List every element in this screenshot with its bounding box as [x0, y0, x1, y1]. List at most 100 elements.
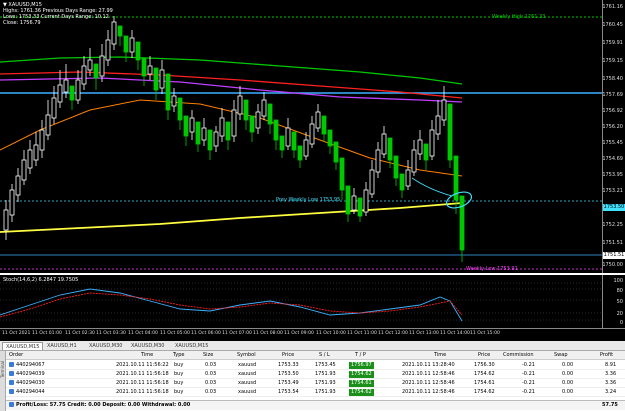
col-order[interactable]: Order: [9, 352, 23, 359]
table-row[interactable]: 440294030 2021.10.11 11:56:18 buy 0.03 x…: [6, 379, 625, 388]
candle-body: [27, 149, 33, 169]
candle-body: [207, 129, 213, 151]
price-tick: 1756.20: [602, 124, 623, 130]
cell-close-price: 1754.62: [474, 371, 495, 377]
cell-profit: 3.24: [605, 389, 617, 395]
tab-xauusd-m15[interactable]: XAUUSD,M15: [2, 342, 44, 350]
cell-tp: 1754.62: [349, 389, 374, 396]
time-tick: 11 Oct 08:00: [253, 331, 283, 336]
cell-profit: 8.91: [605, 362, 617, 368]
candle-body: [87, 59, 93, 71]
price-tick: 1755.45: [602, 140, 623, 146]
candle-body: [117, 25, 123, 37]
candle-body: [345, 185, 351, 215]
candle-body: [219, 117, 225, 137]
chart-canvas: [0, 16, 602, 270]
col-type[interactable]: Type: [173, 352, 184, 359]
cell-type: buy: [174, 362, 184, 368]
candle-body: [201, 127, 207, 141]
tab-xauusd-m30[interactable]: XAUUSD,M30: [86, 342, 125, 350]
cell-type: buy: [174, 371, 184, 377]
candle-body: [369, 169, 375, 195]
price-tick: 1757.69: [602, 92, 623, 98]
candle-body: [75, 79, 81, 101]
candle-body: [351, 195, 357, 211]
cell-size: 0.03: [205, 362, 217, 368]
table-row[interactable]: 440294067 2021.10.11 11:56:22 buy 0.03 x…: [6, 361, 625, 370]
col-sl[interactable]: S / L: [319, 352, 330, 359]
candle-body: [33, 144, 39, 161]
annotation-ellipse: [445, 191, 473, 209]
tab-xauusd-m30-2[interactable]: XAUUSD,M30: [128, 342, 167, 350]
col-commission[interactable]: Commission: [503, 352, 534, 359]
price-axis[interactable]: 1761.16 1760.45 1759.91 1759.15 1758.40 …: [602, 0, 625, 273]
terminal-panel: Terminal Order Time Type Size Symbol Pri…: [0, 351, 625, 411]
price-tick: 1759.91: [602, 40, 623, 46]
tab-xauusd-h1[interactable]: XAUUSD,H1: [44, 342, 80, 350]
candle-body: [273, 119, 279, 141]
candle-body: [441, 99, 447, 121]
candle-body: [357, 197, 363, 217]
col-time[interactable]: Time: [141, 352, 153, 359]
cell-price: 1753.33: [278, 362, 299, 368]
stochastic-panel[interactable]: Stoch(14,6,2) 6.2847 19.7505 100 80 50 2…: [0, 275, 625, 328]
col-size[interactable]: Size: [203, 352, 213, 359]
price-chart[interactable]: ▼ XAUUSD,M15 Highs: 1761.36 Previous Day…: [0, 0, 625, 273]
cell-time: 2021.10.11 11:56:18: [116, 389, 169, 395]
terminal-summary: Profit/Loss: 57.75 Credit: 0.00 Deposit:…: [6, 400, 625, 410]
col-symbol[interactable]: Symbol: [237, 352, 256, 359]
tab-xauusd-m15-2[interactable]: XAUUSD,M15: [172, 342, 211, 350]
candle-body: [99, 55, 105, 77]
candle-body: [123, 35, 129, 53]
annotation-curve: [411, 177, 453, 197]
osc-tick: 100: [613, 278, 623, 284]
time-tick: 11 Oct 06:00: [191, 331, 221, 336]
candle-body: [339, 157, 345, 191]
cell-size: 0.03: [205, 371, 217, 377]
candle-body: [459, 195, 465, 251]
col-close-price[interactable]: Price: [478, 352, 490, 359]
candle-body: [309, 123, 315, 145]
cell-sl: 1751.93: [315, 380, 336, 386]
trading-terminal-window: ▼ XAUUSD,M15 Highs: 1761.36 Previous Day…: [0, 0, 625, 411]
col-swap[interactable]: Swap: [554, 352, 568, 359]
summary-text: Profit/Loss: 57.75 Credit: 0.00 Deposit:…: [16, 402, 191, 408]
cell-swap: 0.00: [562, 362, 574, 368]
osc-tick: 50: [616, 299, 623, 305]
candle-body: [321, 115, 327, 135]
col-profit[interactable]: Profit: [600, 352, 613, 359]
time-axis[interactable]: 11 Oct 2021 11 Oct 01:00 11 Oct 02:30 11…: [0, 328, 625, 341]
candle-body: [381, 133, 387, 155]
candle-body: [93, 63, 99, 79]
cell-tp: 1756.97: [349, 362, 374, 369]
cell-close-time: 2021.10.11 12:58:46: [402, 371, 455, 377]
cell-sl: 1751.93: [315, 389, 336, 395]
cell-symbol: xauusd: [238, 380, 257, 386]
candle-body: [327, 129, 333, 147]
time-tick: 11 Oct 12:00: [378, 331, 408, 336]
order-icon: [9, 371, 14, 376]
cell-order: 440294067: [16, 362, 45, 368]
candle-body: [21, 159, 27, 181]
candle-body: [315, 111, 321, 129]
table-row[interactable]: 440294044 2021.10.11 11:56:18 buy 0.03 x…: [6, 388, 625, 397]
summary-icon: [9, 402, 14, 407]
oscillator-canvas: [0, 282, 602, 322]
candle-body: [429, 129, 435, 157]
col-close-time[interactable]: Time: [434, 352, 446, 359]
candle-body: [129, 37, 135, 53]
col-tp[interactable]: T / P: [355, 352, 366, 359]
candle-body: [297, 145, 303, 161]
table-row[interactable]: 440294039 2021.10.11 11:56:18 buy 0.03 x…: [6, 370, 625, 379]
cell-commission: -0.21: [522, 362, 535, 368]
order-icon: [9, 389, 14, 394]
candle-body: [165, 73, 171, 111]
time-tick: 11 Oct 11:00: [347, 331, 377, 336]
cell-swap: 0.00: [562, 371, 574, 377]
candle-body: [255, 111, 261, 129]
col-price[interactable]: Price: [282, 352, 294, 359]
table-header: Order Time Type Size Symbol Price S / L …: [6, 351, 625, 360]
osc-tick: 80: [616, 288, 623, 294]
price-tick: 1752.25: [602, 222, 623, 228]
candle-body: [405, 169, 411, 187]
